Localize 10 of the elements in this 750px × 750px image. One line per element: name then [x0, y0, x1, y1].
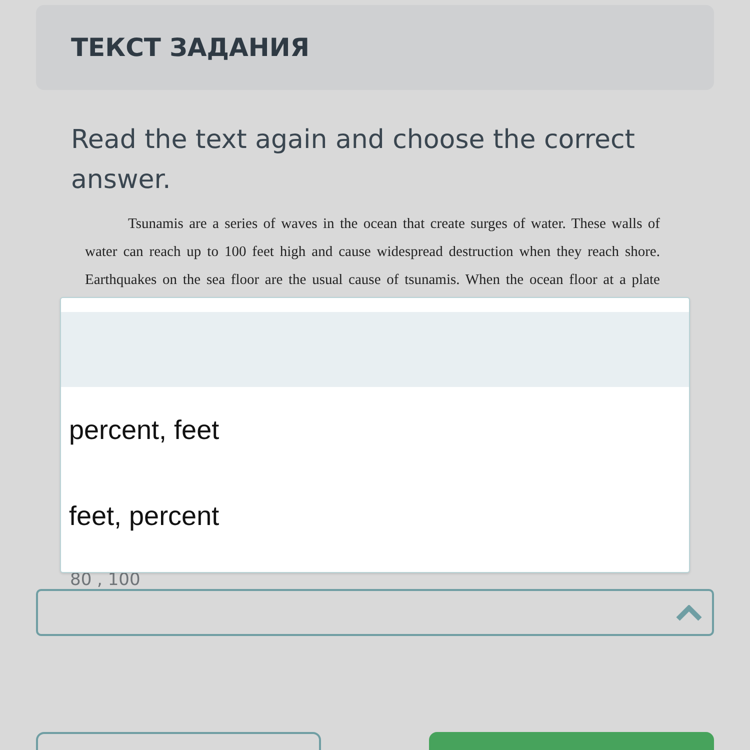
passage-line: Earthquakes on the sea floor are the usual cause of tsunamis. When the ocean floor at a plate	[85, 271, 660, 290]
dropdown-option[interactable]: feet, percent	[61, 473, 689, 559]
answer-select[interactable]	[36, 589, 714, 636]
passage-line: Tsunamis are a series of waves in the ocean that create surges of water. These walls of	[127, 215, 660, 234]
passage-line: water can reach up to 100 feet high and cause widespread destruction when they reach shore.	[85, 243, 660, 262]
instruction-text: Read the text again and choose the correct answer.	[71, 124, 636, 197]
section-title: ТЕКСТ ЗАДАНИЯ	[71, 33, 310, 62]
answer-hint: 80 , 100	[70, 571, 142, 589]
dropdown-option[interactable]: percent, feet	[61, 387, 689, 473]
chevron-icon	[676, 604, 702, 620]
